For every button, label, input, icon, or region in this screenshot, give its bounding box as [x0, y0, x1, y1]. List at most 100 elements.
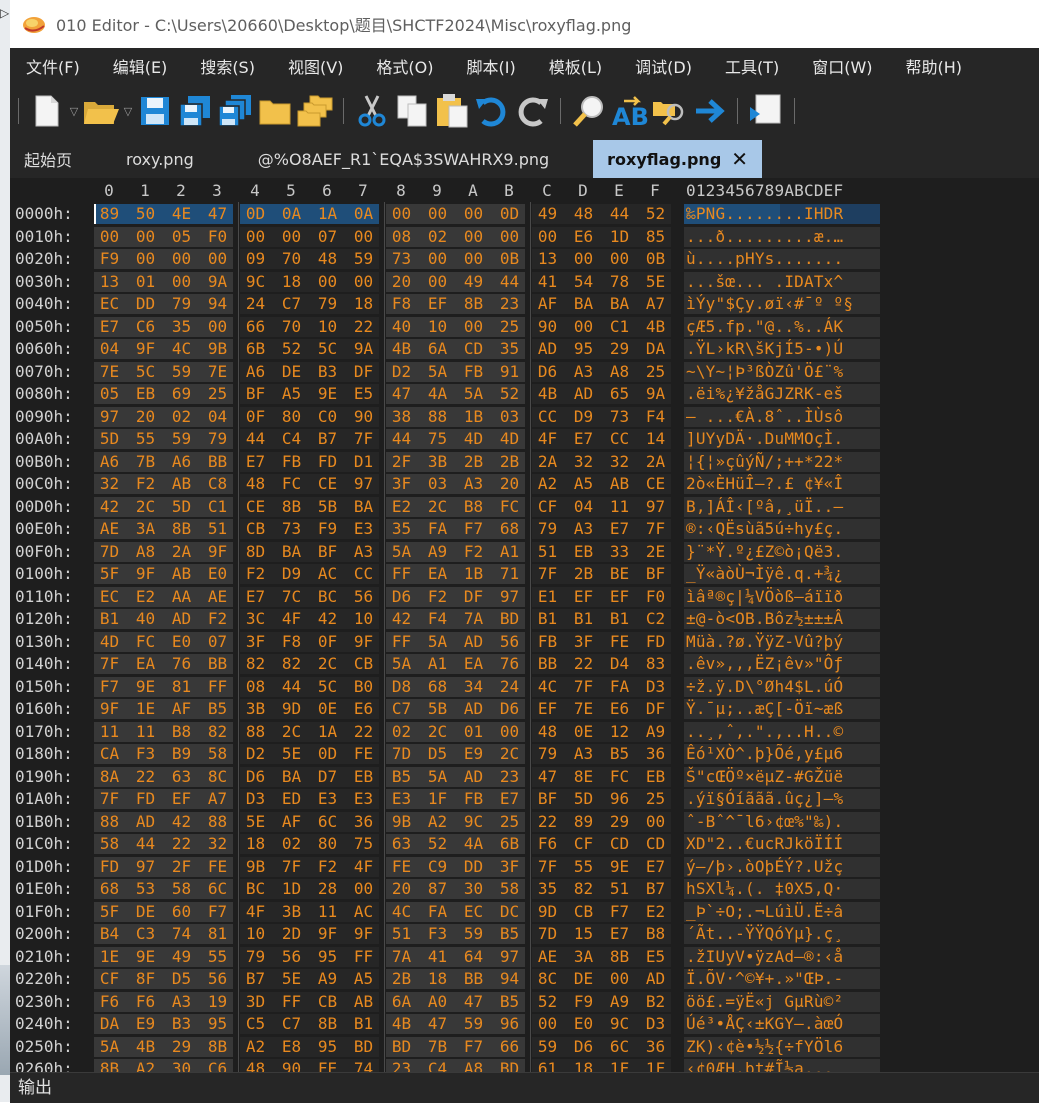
hex-byte[interactable]: 00: [534, 226, 561, 247]
hex-byte[interactable]: CE: [642, 473, 669, 494]
hex-byte[interactable]: F9: [314, 518, 341, 539]
hex-byte[interactable]: 56: [350, 586, 377, 607]
hex-byte[interactable]: CF: [534, 496, 561, 517]
hex-byte[interactable]: 88: [96, 811, 123, 832]
hex-byte[interactable]: 87: [424, 878, 451, 899]
hex-byte[interactable]: E6: [350, 698, 377, 719]
tab-start-page[interactable]: 起始页: [10, 140, 86, 178]
hex-byte[interactable]: 2A: [534, 451, 561, 472]
hex-byte[interactable]: DD: [460, 856, 487, 877]
hex-byte[interactable]: 4E: [168, 203, 195, 224]
hex-byte[interactable]: DA: [642, 338, 669, 359]
hex-byte[interactable]: 48: [242, 1058, 269, 1072]
hex-byte[interactable]: 9F: [350, 923, 377, 944]
hex-byte[interactable]: 58: [96, 833, 123, 854]
row-ascii[interactable]: çÆ5.fp."@..%..ÁK: [686, 316, 843, 338]
hex-byte[interactable]: 80: [314, 833, 341, 854]
hex-row[interactable]: 01D0h: FD 97 2F FE 9B 7F F2 4F FE C9 DD 3F 7F 55 9E E7 ý—…: [10, 856, 1039, 879]
hex-byte[interactable]: 59: [350, 248, 377, 269]
hex-byte[interactable]: 7E: [204, 361, 231, 382]
hex-byte[interactable]: A6: [242, 361, 269, 382]
hex-byte[interactable]: A5: [570, 473, 597, 494]
row-ascii[interactable]: ÷ž.ÿ.D\°Øh4$L.úÓ: [686, 676, 843, 698]
hex-byte[interactable]: A3: [168, 991, 195, 1012]
hex-byte[interactable]: 66: [496, 1036, 523, 1057]
hex-byte[interactable]: 9E: [314, 383, 341, 404]
hex-byte[interactable]: D6: [534, 361, 561, 382]
hex-byte[interactable]: 95: [570, 338, 597, 359]
hex-byte[interactable]: C7: [278, 293, 305, 314]
hex-byte[interactable]: 4B: [132, 1036, 159, 1057]
hex-byte[interactable]: AD: [132, 811, 159, 832]
hex-byte[interactable]: 6C: [204, 878, 231, 899]
hex-byte[interactable]: 22: [132, 766, 159, 787]
hex-byte[interactable]: 00: [204, 316, 231, 337]
hex-byte[interactable]: 85: [642, 226, 669, 247]
hex-byte[interactable]: 75: [424, 428, 451, 449]
hex-row[interactable]: 00E0h: AE 3A 8B 51 CB 73 F9 E3 35 FA F7 68 79 A3 E7 7F ®:…: [10, 518, 1039, 541]
hex-byte[interactable]: 5E: [242, 811, 269, 832]
hex-byte[interactable]: 32: [204, 833, 231, 854]
hex-byte[interactable]: 2C: [314, 653, 341, 674]
hex-byte[interactable]: 7D: [534, 923, 561, 944]
hex-byte[interactable]: AD: [534, 338, 561, 359]
hex-byte[interactable]: 9E: [132, 946, 159, 967]
hex-byte[interactable]: CC: [534, 406, 561, 427]
hex-byte[interactable]: 66: [242, 316, 269, 337]
hex-byte[interactable]: 63: [388, 833, 415, 854]
hex-byte[interactable]: D4: [606, 653, 633, 674]
hex-row[interactable]: 0150h: F7 9E 81 FF 08 44 5C B0 D8 68 34 24 4C 7F FA D3 ÷ž…: [10, 676, 1039, 699]
hex-byte[interactable]: 2B: [570, 563, 597, 584]
hex-byte[interactable]: 41: [534, 271, 561, 292]
hex-byte[interactable]: F8: [388, 293, 415, 314]
hex-byte[interactable]: 59: [168, 361, 195, 382]
hex-byte[interactable]: CF: [96, 968, 123, 989]
hex-byte[interactable]: B1: [570, 608, 597, 629]
hex-byte[interactable]: 48: [314, 248, 341, 269]
hex-byte[interactable]: 76: [168, 653, 195, 674]
hex-byte[interactable]: EA: [132, 653, 159, 674]
hex-byte[interactable]: FC: [496, 496, 523, 517]
hex-byte[interactable]: F2: [242, 563, 269, 584]
hex-byte[interactable]: 10: [242, 923, 269, 944]
menu-help[interactable]: 帮助(H): [906, 54, 963, 78]
hex-byte[interactable]: 09: [242, 248, 269, 269]
hex-byte[interactable]: 0B: [496, 248, 523, 269]
hex-byte[interactable]: 95: [314, 1036, 341, 1057]
hex-byte[interactable]: 2B: [460, 451, 487, 472]
hex-byte[interactable]: 69: [168, 383, 195, 404]
hex-byte[interactable]: 34: [460, 676, 487, 697]
hex-byte[interactable]: E0: [570, 1013, 597, 1034]
hex-byte[interactable]: 6B: [496, 833, 523, 854]
hex-byte[interactable]: A8: [606, 361, 633, 382]
hex-byte[interactable]: EF: [424, 293, 451, 314]
hex-byte[interactable]: BA: [278, 541, 305, 562]
hex-byte[interactable]: 8B: [314, 1013, 341, 1034]
hex-byte[interactable]: DE: [278, 361, 305, 382]
hex-byte[interactable]: 00: [460, 226, 487, 247]
hex-byte[interactable]: 0E: [570, 721, 597, 742]
hex-byte[interactable]: 13: [534, 248, 561, 269]
row-ascii[interactable]: hSXl¼.(. ‡0X5‚Q·: [686, 878, 843, 900]
hex-byte[interactable]: 18: [570, 1058, 597, 1072]
hex-byte[interactable]: 7F: [570, 676, 597, 697]
hex-byte[interactable]: FA: [424, 901, 451, 922]
menu-format[interactable]: 格式(O): [376, 54, 433, 78]
hex-byte[interactable]: 03: [424, 473, 451, 494]
hex-row[interactable]: 0240h: DA E9 B3 95 C5 C7 8B B1 4B 47 59 96 00 E0 9C D3 Úé…: [10, 1013, 1039, 1036]
hex-byte[interactable]: BD: [496, 608, 523, 629]
hex-byte[interactable]: D8: [388, 676, 415, 697]
hex-byte[interactable]: 9F: [314, 923, 341, 944]
hex-byte[interactable]: 00: [534, 1013, 561, 1034]
hex-byte[interactable]: FA: [606, 676, 633, 697]
hex-byte[interactable]: 5E: [642, 271, 669, 292]
hex-byte[interactable]: 41: [424, 946, 451, 967]
hex-byte[interactable]: 00: [570, 248, 597, 269]
hex-byte[interactable]: 2A: [642, 451, 669, 472]
hex-byte[interactable]: 02: [278, 833, 305, 854]
hex-byte[interactable]: FF: [204, 676, 231, 697]
menu-search[interactable]: 搜索(S): [200, 54, 255, 78]
hex-byte[interactable]: A6: [96, 451, 123, 472]
hex-byte[interactable]: 00: [460, 248, 487, 269]
hex-byte[interactable]: 94: [204, 293, 231, 314]
